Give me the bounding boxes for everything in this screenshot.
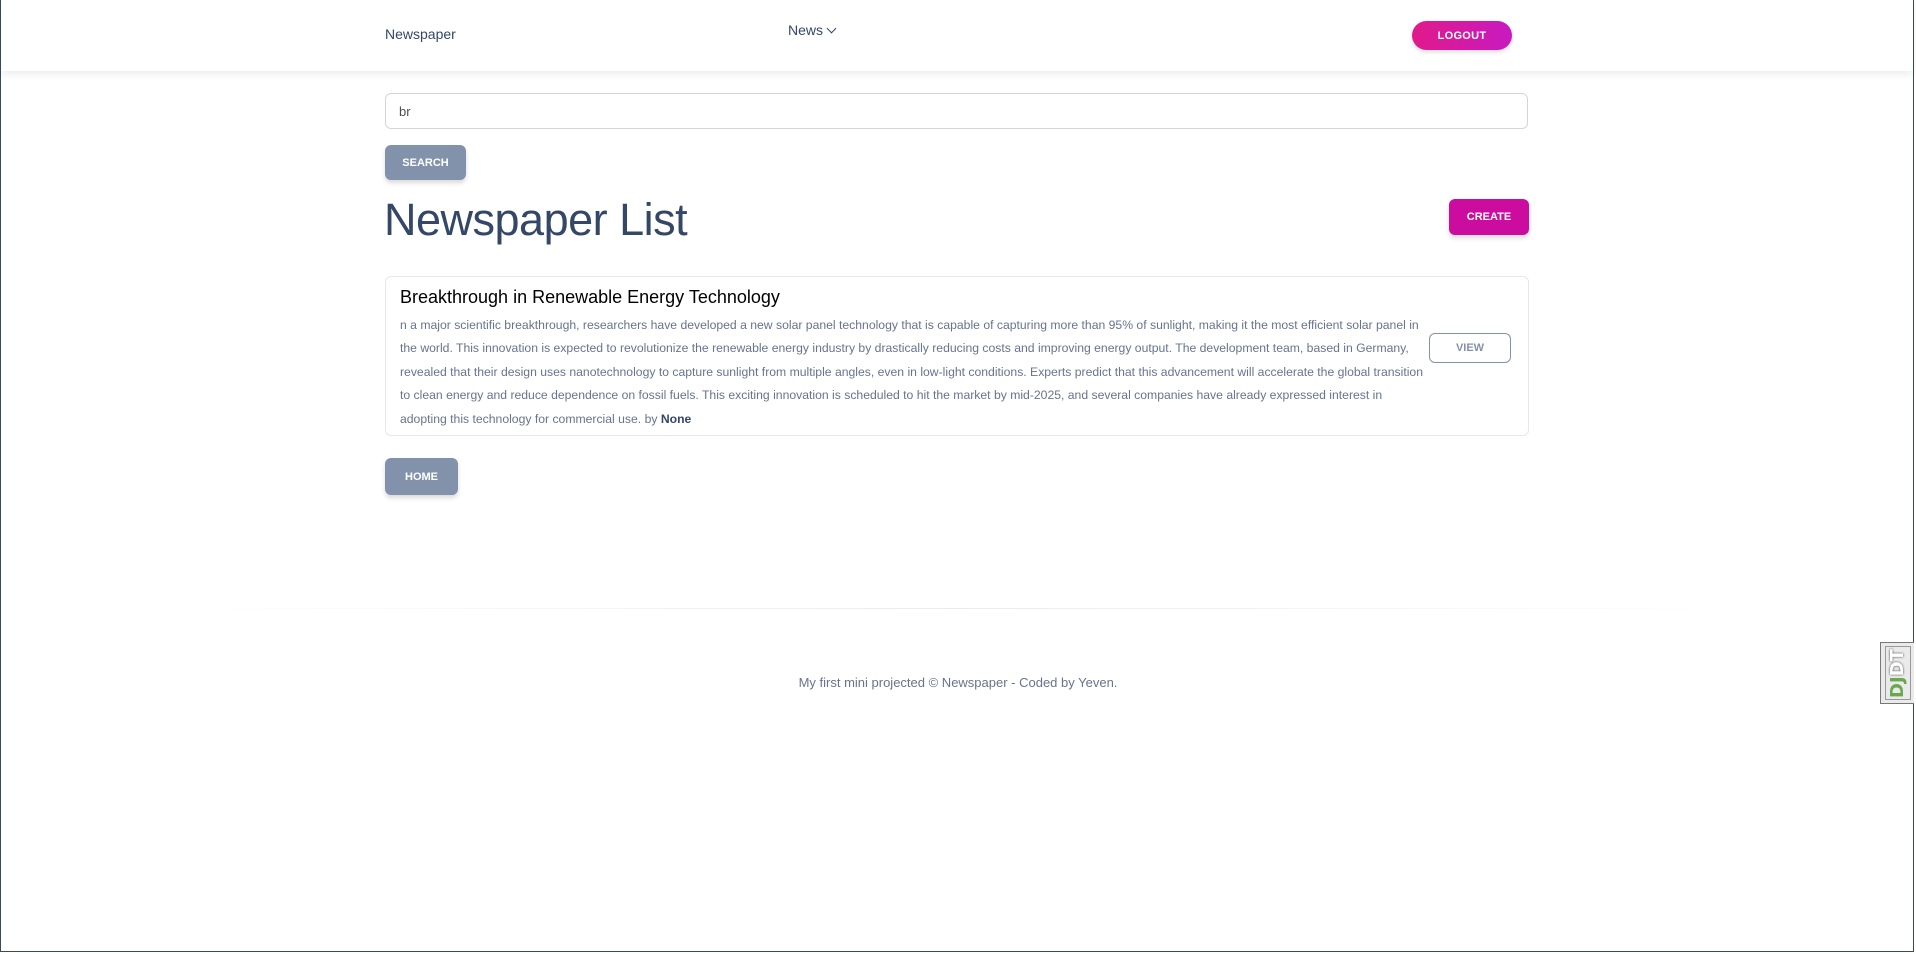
news-dropdown[interactable]: News	[788, 22, 837, 38]
footer-divider	[165, 608, 1750, 609]
news-dropdown-label: News	[788, 22, 824, 38]
navbar: Newspaper News LOGOUT	[1, 0, 1913, 71]
footer-text: My first mini projected © Newspaper - Co…	[798, 675, 1118, 690]
article-body-text: n a major scientific breakthrough, resea…	[400, 318, 1423, 426]
page-title: Newspaper List	[384, 194, 688, 245]
home-button[interactable]: HOME	[385, 458, 458, 495]
article-card: Breakthrough in Renewable Energy Technol…	[385, 276, 1529, 436]
browser-viewport	[0, 0, 1914, 952]
search-input[interactable]	[385, 93, 1528, 129]
djdt-logo: DJDT	[1884, 646, 1911, 700]
chevron-down-icon	[826, 23, 837, 33]
django-debug-toolbar-handle[interactable]: DJDT	[1880, 642, 1914, 704]
create-button[interactable]: CREATE	[1449, 199, 1529, 235]
djdt-dt: DT	[1887, 648, 1908, 676]
article-by-prefix: by	[644, 411, 658, 426]
article-title: Breakthrough in Renewable Energy Technol…	[400, 287, 780, 307]
article-body: n a major scientific breakthrough, resea…	[400, 314, 1432, 431]
article-author: None	[660, 411, 692, 426]
logout-button[interactable]: LOGOUT	[1412, 21, 1512, 50]
search-button[interactable]: SEARCH	[385, 145, 466, 180]
navbar-brand[interactable]: Newspaper	[385, 26, 456, 42]
view-button[interactable]: VIEW	[1429, 333, 1511, 363]
djdt-dj: DJ	[1887, 675, 1908, 698]
djdt-label: DJDT	[1887, 649, 1908, 698]
